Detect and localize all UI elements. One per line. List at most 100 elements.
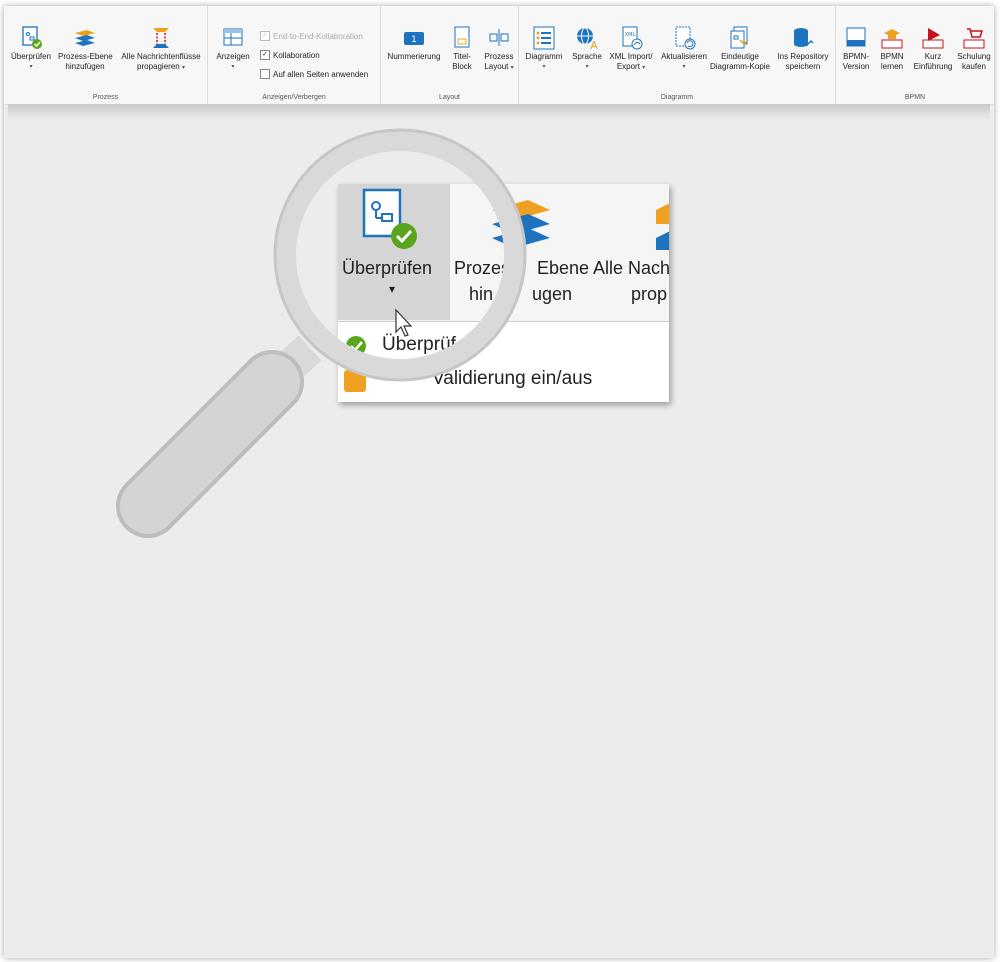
titel-block-label-1: Titel- xyxy=(453,52,471,61)
repository-speichern-button[interactable]: Ins Repository speichern xyxy=(773,26,833,72)
diagram-canvas[interactable] xyxy=(4,6,994,958)
anzeigen-label: Anzeigen xyxy=(216,52,250,61)
repository-label-2: speichern xyxy=(785,62,821,71)
prozess-layout-label-1: Prozess xyxy=(484,52,514,61)
end-to-end-checkbox[interactable]: ✓ End-to-End-Kollaboration xyxy=(260,31,363,41)
zoom-alle-label-1: Alle Nach xyxy=(593,258,669,278)
prozess-ebene-label-2: hinzufügen xyxy=(65,62,105,71)
eindeutige-label-2: Diagramm-Kopie xyxy=(709,62,771,71)
copy-diagram-icon xyxy=(728,26,752,50)
prozess-layout-button[interactable]: Prozess Layout ▾ xyxy=(481,26,517,73)
schulung-label-1: Schulung xyxy=(957,52,991,61)
group-label-layout: Layout xyxy=(438,94,461,101)
zoom-ueberpruefen-button[interactable]: Überprüfen ▾ xyxy=(338,184,450,320)
aktualisieren-button[interactable]: Aktualisieren ▾ xyxy=(657,26,711,72)
diagramm-label: Diagramm xyxy=(525,52,563,61)
zoom-prozess-label-1: Prozes xyxy=(454,258,511,278)
group-label-anzeigen: Anzeigen/Verbergen xyxy=(262,94,326,101)
group-layout: 1 Nummerierung Titel- Block Prozess Layo… xyxy=(381,6,519,104)
xml-label-1: XML Import/ xyxy=(609,52,653,61)
chevron-down-icon: ▾ xyxy=(181,65,185,71)
titel-block-label-2: Block xyxy=(452,62,472,71)
chevron-down-icon: ▾ xyxy=(29,64,33,70)
validation-dropdown-menu: Überprüf Validierung ein/aus xyxy=(338,321,669,402)
ueberpruefen-label: Überprüfen xyxy=(10,52,52,61)
list-icon xyxy=(532,26,556,50)
checkbox-box xyxy=(260,69,270,79)
checkbox-box: ✓ xyxy=(260,50,270,60)
chevron-down-icon: ▾ xyxy=(231,64,235,70)
chevron-down-icon: ▾ xyxy=(642,65,646,71)
alle-seiten-label: Auf allen Seiten anwenden xyxy=(273,69,369,79)
prozess-layout-label-2: Layout xyxy=(484,62,509,71)
ueberpruefen-button[interactable]: Überprüfen ▾ xyxy=(8,26,54,72)
dd-auto-validierung-item[interactable]: Validierung ein/aus xyxy=(382,368,592,390)
sprache-button[interactable]: A Sprache ▾ xyxy=(569,26,605,72)
refresh-icon xyxy=(672,26,696,50)
numbering-icon: 1 xyxy=(402,26,426,50)
alle-nachrichten-label-1: Alle Nachrichtenflüsse xyxy=(121,52,201,61)
eindeutige-kopie-button[interactable]: Eindeutige Diagramm-Kopie xyxy=(709,26,771,72)
diagramm-button[interactable]: Diagramm ▾ xyxy=(521,26,567,72)
prozess-ebene-button[interactable]: Prozess-Ebene hinzufügen xyxy=(58,26,113,72)
check-icon xyxy=(344,334,368,363)
aktualisieren-label: Aktualisieren xyxy=(661,52,707,61)
svg-text:1: 1 xyxy=(411,35,417,45)
group-label-diagramm: Diagramm xyxy=(660,94,694,101)
message-flow-icon xyxy=(149,26,173,50)
bpmn-lernen-label-2: lernen xyxy=(880,62,904,71)
schulung-kaufen-button[interactable]: Schulung kaufen xyxy=(954,26,994,72)
layout-icon xyxy=(487,26,511,50)
zoom-prozess-label-2b: ugen xyxy=(532,284,573,304)
svg-text:A: A xyxy=(590,39,598,50)
prozess-ebene-label-1: Prozess-Ebene xyxy=(58,52,113,61)
kurz-einfuehrung-button[interactable]: Kurz Einführung xyxy=(912,26,954,72)
sprache-label: Sprache xyxy=(572,52,602,61)
repository-label-1: Ins Repository xyxy=(777,52,829,61)
zoom-detail-panel: Überprüfen ▾ Prozes Ebene hin ugen Alle … xyxy=(338,184,669,402)
zoom-prozess-label-1b: Ebene xyxy=(537,258,590,278)
title-block-icon xyxy=(450,26,474,50)
chevron-down-icon: ▾ xyxy=(542,64,546,70)
checkbox-box: ✓ xyxy=(260,31,270,41)
alle-nachrichtenfluesse-button[interactable]: Alle Nachrichtenflüsse propagieren ▾ xyxy=(118,26,204,73)
xml-import-export-button[interactable]: XML XML Import/ Export ▾ xyxy=(605,26,657,73)
chevron-down-icon: ▾ xyxy=(682,64,686,70)
chevron-down-icon: ▾ xyxy=(389,282,396,296)
group-bpmn: BPMN- Version BPMN lernen Kurz Einführun… xyxy=(836,6,994,104)
alle-nachrichten-label-2: propagieren xyxy=(137,62,180,71)
end-to-end-label: End-to-End-Kollaboration xyxy=(273,31,363,41)
table-icon xyxy=(221,26,245,50)
bpmn-version-button[interactable]: BPMN- Version xyxy=(838,26,874,72)
graduation-cap-icon xyxy=(880,26,904,50)
bpmn-version-label-1: BPMN- xyxy=(843,52,869,61)
alle-seiten-checkbox[interactable]: Auf allen Seiten anwenden xyxy=(260,69,368,79)
bpmn-lernen-button[interactable]: BPMN lernen xyxy=(874,26,910,72)
group-label-bpmn: BPMN xyxy=(904,94,926,101)
dd-item-suffix: Validierung ein/aus xyxy=(432,368,593,389)
globe-icon: A xyxy=(575,26,599,52)
group-anzeigen: Anzeigen ▾ ✓ End-to-End-Kollaboration ✓ Ko… xyxy=(208,6,381,104)
svg-text:XML: XML xyxy=(625,32,636,38)
schulung-label-2: kaufen xyxy=(961,62,987,71)
titel-block-button[interactable]: Titel- Block xyxy=(447,26,477,72)
kurz-label-2: Einführung xyxy=(913,62,953,71)
nummerierung-label: Nummerierung xyxy=(387,52,441,61)
dd-ueberpruefen-item[interactable]: Überprüf xyxy=(382,334,456,356)
ribbon-toolbar: Überprüfen ▾ Prozess-Ebene hinzufügen Al… xyxy=(4,6,994,105)
ribbon-shadow xyxy=(8,104,990,120)
nummerierung-button[interactable]: 1 Nummerierung xyxy=(383,26,445,62)
zoom-alle-label-2: prop xyxy=(631,284,668,304)
group-diagramm: Diagramm ▾ A Sprache ▾ XML XML Import/ E… xyxy=(519,6,836,104)
chevron-down-icon: ▾ xyxy=(585,64,589,70)
anzeigen-button[interactable]: Anzeigen ▾ xyxy=(212,26,254,72)
message-flow-icon xyxy=(656,194,669,255)
bpmn-version-label-2: Version xyxy=(842,62,870,71)
layers-icon xyxy=(73,26,97,50)
xml-label-2: Export xyxy=(616,62,640,71)
bpmn-lernen-label-1: BPMN xyxy=(880,52,904,61)
layers-icon xyxy=(488,194,552,255)
toggle-icon xyxy=(344,370,366,392)
kollaboration-checkbox[interactable]: ✓ Kollaboration xyxy=(260,50,320,60)
validate-icon xyxy=(19,26,43,50)
